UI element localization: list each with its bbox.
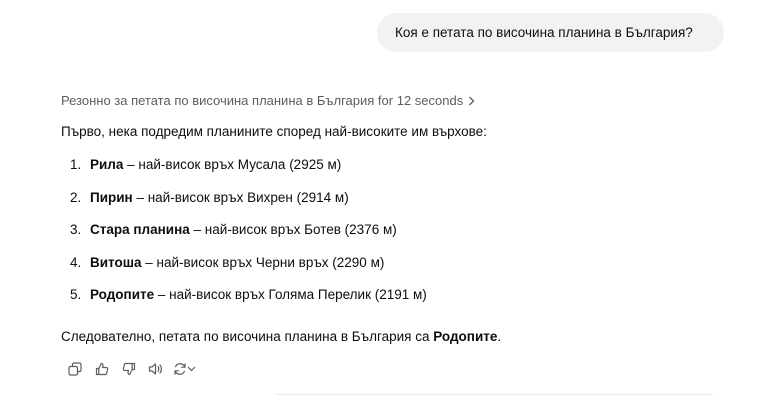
list-item-number: 4. — [70, 255, 82, 270]
list-item: 4. Витоша – най-висок връх Черни връх (22… — [70, 255, 384, 270]
chevron-down-icon — [187, 366, 196, 372]
mountain-name: Витоша — [90, 255, 142, 270]
mountain-detail: – най-висок връх Ботев (2376 м) — [189, 222, 397, 237]
list-item: 5. Родопите – най-висок връх Голяма Перел… — [70, 287, 427, 302]
list-item-number: 2. — [70, 190, 82, 205]
conclusion-text: Следователно, петата по височина планина… — [61, 329, 434, 344]
copy-button[interactable] — [61, 360, 88, 378]
thumbs-up-button[interactable] — [88, 360, 115, 378]
thumbs-up-icon — [95, 362, 109, 376]
conclusion-answer: Родопите — [433, 329, 498, 344]
conclusion-suffix: . — [497, 329, 502, 344]
mountain-detail: – най-висок връх Черни връх (2290 м) — [141, 255, 385, 270]
mountain-detail: – най-висок връх Вихрен (2914 м) — [132, 190, 349, 205]
user-message-text: Коя е петата по височина планина в Бълга… — [395, 25, 693, 40]
read-aloud-button[interactable] — [142, 360, 169, 378]
read-aloud-icon — [148, 362, 164, 376]
mountain-name: Родопите — [90, 287, 155, 302]
mountain-detail: – най-висок връх Мусала (2925 м) — [123, 157, 342, 172]
list-item: 2. Пирин – най-висок връх Вихрен (2914 м) — [70, 190, 349, 205]
mountain-name: Рила — [90, 157, 124, 172]
reasoning-toggle[interactable]: Резонно за петата по височина планина в … — [61, 93, 475, 108]
list-item: 1. Рила – най-висок връх Мусала (2925 м) — [70, 157, 341, 172]
user-message-bubble: Коя е петата по височина планина в Бълга… — [377, 13, 724, 52]
chevron-right-icon — [468, 96, 475, 106]
answer-conclusion: Следователно, петата по височина планина… — [61, 329, 501, 344]
answer-intro: Първо, нека подредим планините според на… — [61, 124, 487, 139]
regenerate-button[interactable] — [169, 360, 199, 378]
message-actions — [61, 360, 199, 378]
list-item-number: 1. — [70, 157, 82, 172]
list-item: 3. Стара планина – най-висок връх Ботев (… — [70, 222, 397, 237]
list-item-number: 3. — [70, 222, 82, 237]
mountain-name: Пирин — [90, 190, 133, 205]
copy-icon — [67, 362, 82, 376]
reasoning-label: Резонно за петата по височина планина в … — [61, 93, 464, 108]
list-item-number: 5. — [70, 287, 82, 302]
divider — [275, 394, 713, 395]
mountain-detail: – най-висок връх Голяма Перелик (2191 м) — [154, 287, 427, 302]
regenerate-icon — [173, 362, 187, 376]
thumbs-down-icon — [122, 362, 136, 376]
mountain-name: Стара планина — [90, 222, 190, 237]
thumbs-down-button[interactable] — [115, 360, 142, 378]
